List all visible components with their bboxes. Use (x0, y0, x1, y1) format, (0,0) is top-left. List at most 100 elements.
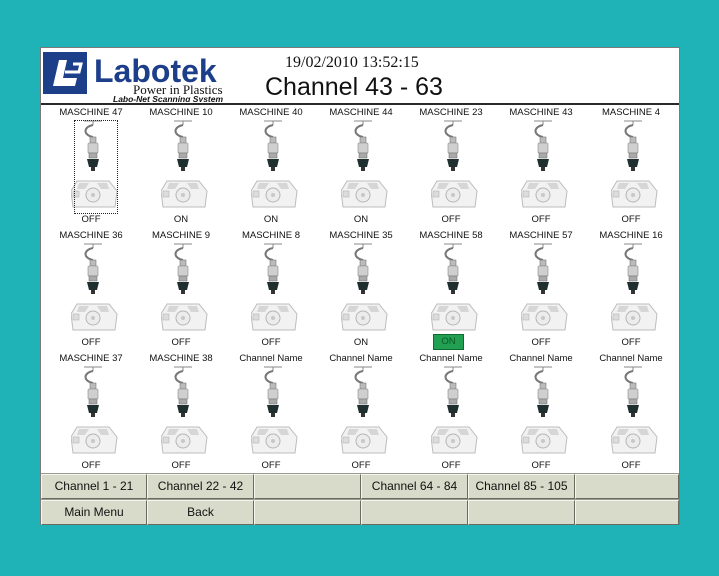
machine-cell[interactable]: MASCHINE 35 ON (316, 228, 406, 351)
empty-button[interactable] (254, 474, 361, 499)
machine-cell[interactable]: MASCHINE 44 ON (316, 105, 406, 228)
status-badge: OFF (351, 460, 371, 471)
button-bar: Channel 1 - 21 Channel 22 - 42 Channel 64 … (41, 473, 679, 525)
machine-name: MASCHINE 40 (239, 107, 303, 118)
nav-button-channel-22-42[interactable]: Channel 22 - 42 (147, 474, 254, 499)
nav-button-main-menu[interactable]: Main Menu (41, 500, 147, 525)
machine-cell[interactable]: MASCHINE 10 ON (136, 105, 226, 228)
machine-cell[interactable]: MASCHINE 8 OFF (226, 228, 316, 351)
machine-cell[interactable]: MASCHINE 23 OFF (406, 105, 496, 228)
dryer-machine-icon[interactable] (520, 242, 569, 338)
machine-name: Channel Name (509, 353, 573, 364)
status-badge: OFF (621, 460, 641, 471)
status-badge: OFF (621, 337, 641, 348)
status-badge: ON (433, 334, 464, 350)
nav-button-back[interactable]: Back (147, 500, 254, 525)
machine-cell[interactable]: MASCHINE 57 OFF (496, 228, 586, 351)
machine-cell[interactable]: Channel Name OFF (406, 351, 496, 474)
status-badge: OFF (261, 337, 281, 348)
machine-name: MASCHINE 10 (149, 107, 213, 118)
dryer-machine-icon[interactable] (610, 365, 659, 461)
status-badge: OFF (441, 460, 461, 471)
dryer-machine-icon[interactable] (160, 242, 209, 338)
machine-cell[interactable]: MASCHINE 38 OFF (136, 351, 226, 474)
logo-subtagline: Labo-Net Scanning System (113, 94, 223, 102)
nav-button-channel-85-105[interactable]: Channel 85 - 105 (468, 474, 575, 499)
dryer-machine-icon[interactable] (430, 119, 479, 215)
machine-name: MASCHINE 35 (329, 230, 393, 241)
machine-name: MASCHINE 37 (59, 353, 123, 364)
machine-name: MASCHINE 23 (419, 107, 483, 118)
dryer-machine-icon[interactable] (340, 119, 389, 215)
dryer-machine-icon[interactable] (340, 242, 389, 338)
machine-cell[interactable]: Channel Name OFF (586, 351, 676, 474)
status-badge: ON (173, 214, 189, 225)
status-badge: OFF (171, 337, 191, 348)
datetime-display: 19/02/2010 13:52:15 (285, 54, 419, 71)
machine-cell[interactable]: Channel Name OFF (316, 351, 406, 474)
status-badge: ON (353, 214, 369, 225)
machine-name: MASCHINE 47 (59, 107, 123, 118)
dryer-machine-icon[interactable] (160, 365, 209, 461)
machine-name: MASCHINE 57 (509, 230, 573, 241)
dryer-machine-icon[interactable] (70, 242, 119, 338)
machine-cell[interactable]: MASCHINE 37 OFF (46, 351, 136, 474)
machine-cell[interactable]: MASCHINE 58 ON (406, 228, 496, 351)
dryer-machine-icon[interactable] (610, 119, 659, 215)
machine-name: MASCHINE 36 (59, 230, 123, 241)
machine-grid: MASCHINE 47 OFF MASCHINE 10 ON MASCHINE 40… (41, 105, 679, 473)
dryer-machine-icon[interactable] (610, 242, 659, 338)
status-badge: OFF (441, 214, 461, 225)
dryer-machine-icon[interactable] (250, 119, 299, 215)
machine-name: MASCHINE 4 (601, 107, 661, 118)
status-badge: OFF (531, 214, 551, 225)
status-badge: OFF (531, 337, 551, 348)
machine-name: MASCHINE 38 (149, 353, 213, 364)
machine-cell[interactable]: MASCHINE 43 OFF (496, 105, 586, 228)
machine-name: MASCHINE 8 (241, 230, 301, 241)
empty-button[interactable] (575, 474, 679, 499)
scanning-panel: Labotek Power in Plastics Labo-Net Scann… (40, 47, 680, 525)
status-badge: OFF (81, 337, 101, 348)
dryer-machine-icon[interactable] (250, 242, 299, 338)
status-badge: OFF (171, 460, 191, 471)
machine-cell[interactable]: MASCHINE 40 ON (226, 105, 316, 228)
machine-name: MASCHINE 44 (329, 107, 393, 118)
dryer-machine-icon[interactable] (430, 242, 479, 338)
empty-button[interactable] (468, 500, 575, 525)
dryer-machine-icon[interactable] (520, 119, 569, 215)
status-badge: OFF (261, 460, 281, 471)
dryer-machine-icon[interactable] (430, 365, 479, 461)
selection-focus-outline (74, 120, 118, 214)
machine-cell[interactable]: MASCHINE 36 OFF (46, 228, 136, 351)
empty-button[interactable] (575, 500, 679, 525)
machine-cell[interactable]: Channel Name OFF (496, 351, 586, 474)
dryer-machine-icon[interactable] (70, 365, 119, 461)
machine-cell[interactable]: Channel Name OFF (226, 351, 316, 474)
page-title: Channel 43 - 63 (265, 73, 443, 101)
machine-cell[interactable]: MASCHINE 47 OFF (46, 105, 136, 228)
nav-button-channel-64-84[interactable]: Channel 64 - 84 (361, 474, 468, 499)
dryer-machine-icon[interactable] (520, 365, 569, 461)
dryer-machine-icon[interactable] (160, 119, 209, 215)
machine-cell[interactable]: MASCHINE 16 OFF (586, 228, 676, 351)
header: Labotek Power in Plastics Labo-Net Scann… (41, 48, 679, 105)
machine-name: MASCHINE 58 (419, 230, 483, 241)
status-badge: OFF (531, 460, 551, 471)
machine-name: MASCHINE 43 (509, 107, 573, 118)
dryer-machine-icon[interactable] (250, 365, 299, 461)
labotek-logo-icon: Labotek Power in Plastics Labo-Net Scann… (43, 52, 223, 102)
empty-button[interactable] (254, 500, 361, 525)
status-badge: ON (353, 337, 369, 348)
dryer-machine-icon[interactable] (340, 365, 389, 461)
machine-name: MASCHINE 9 (151, 230, 211, 241)
machine-name: Channel Name (419, 353, 483, 364)
status-badge: OFF (621, 214, 641, 225)
nav-button-channel-1-21[interactable]: Channel 1 - 21 (41, 474, 147, 499)
machine-name: MASCHINE 16 (599, 230, 663, 241)
machine-cell[interactable]: MASCHINE 9 OFF (136, 228, 226, 351)
status-badge: OFF (81, 460, 101, 471)
machine-cell[interactable]: MASCHINE 4 OFF (586, 105, 676, 228)
empty-button[interactable] (361, 500, 468, 525)
machine-name: Channel Name (329, 353, 393, 364)
